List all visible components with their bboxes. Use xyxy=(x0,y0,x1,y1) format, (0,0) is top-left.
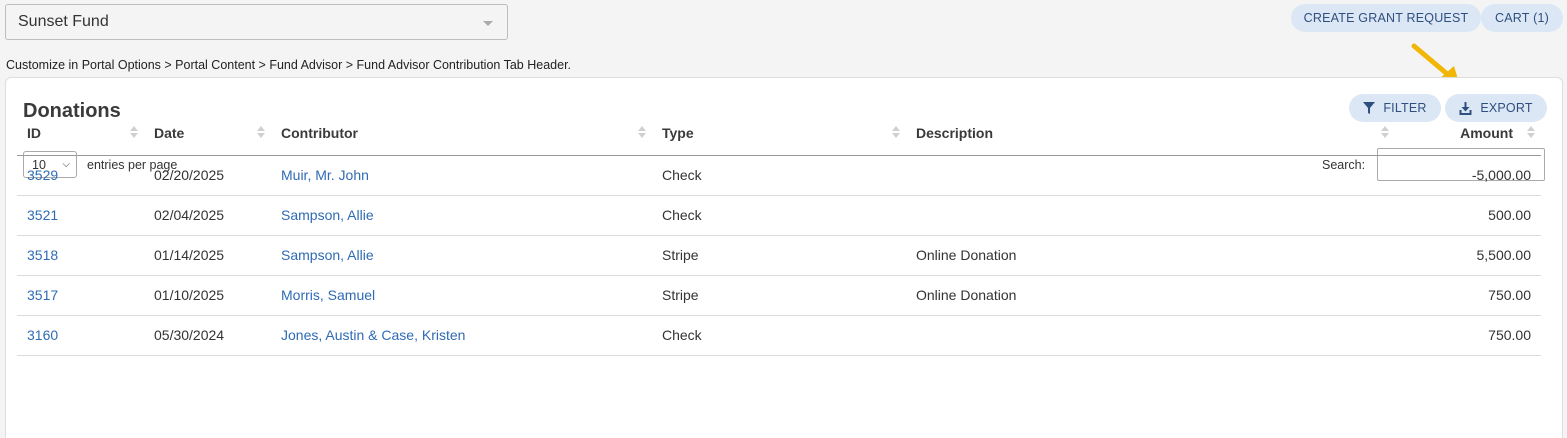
sort-icon xyxy=(130,126,138,138)
row-description: Online Donation xyxy=(906,235,1395,276)
row-amount: 750.00 xyxy=(1395,315,1541,356)
row-id-link[interactable]: 3521 xyxy=(17,195,144,236)
row-contributor-link[interactable]: Sampson, Allie xyxy=(271,235,652,276)
row-date: 01/14/2025 xyxy=(144,235,271,276)
col-header-date[interactable]: Date xyxy=(144,112,271,156)
row-description xyxy=(906,195,1395,236)
sort-icon xyxy=(257,126,265,138)
row-date: 01/10/2025 xyxy=(144,275,271,316)
table-row: 3521 02/04/2025 Sampson, Allie Check 500… xyxy=(17,195,1541,236)
col-header-label: ID xyxy=(27,125,41,142)
col-header-type[interactable]: Type xyxy=(652,112,906,156)
col-header-label: Description xyxy=(916,125,994,142)
caret-down-icon xyxy=(483,21,493,26)
table-header-row: ID Date Contributor Type Description Amo… xyxy=(17,112,1541,156)
sort-icon xyxy=(892,126,900,138)
row-description: Online Donation xyxy=(906,275,1395,316)
row-contributor-link[interactable]: Jones, Austin & Case, Kristen xyxy=(271,315,652,356)
row-date: 02/20/2025 xyxy=(144,155,271,196)
row-description xyxy=(906,155,1395,196)
row-contributor-link[interactable]: Muir, Mr. John xyxy=(271,155,652,196)
row-type: Check xyxy=(652,315,906,356)
col-header-amount[interactable]: Amount xyxy=(1395,112,1541,156)
row-contributor-link[interactable]: Morris, Samuel xyxy=(271,275,652,316)
row-date: 05/30/2024 xyxy=(144,315,271,356)
col-header-label: Date xyxy=(154,125,185,142)
table-row: 3160 05/30/2024 Jones, Austin & Case, Kr… xyxy=(17,315,1541,356)
row-type: Check xyxy=(652,195,906,236)
col-header-contributor[interactable]: Contributor xyxy=(271,112,652,156)
row-date: 02/04/2025 xyxy=(144,195,271,236)
row-id-link[interactable]: 3529 xyxy=(17,155,144,196)
col-header-label: Amount xyxy=(1460,125,1513,142)
row-id-link[interactable]: 3518 xyxy=(17,235,144,276)
sort-icon xyxy=(1527,126,1535,138)
row-amount: 5,500.00 xyxy=(1395,235,1541,276)
breadcrumb: Customize in Portal Options > Portal Con… xyxy=(6,58,572,72)
col-header-label: Type xyxy=(662,125,694,142)
fund-selector[interactable]: Sunset Fund xyxy=(5,4,508,40)
row-amount: -5,000.00 xyxy=(1395,155,1541,196)
sort-icon xyxy=(1381,126,1389,138)
fund-selector-value: Sunset Fund xyxy=(18,13,109,30)
cart-button[interactable]: CART (1) xyxy=(1481,4,1563,32)
row-id-link[interactable]: 3160 xyxy=(17,315,144,356)
sort-icon xyxy=(638,126,646,138)
col-header-label: Contributor xyxy=(281,125,358,142)
row-contributor-link[interactable]: Sampson, Allie xyxy=(271,195,652,236)
donations-table: ID Date Contributor Type Description Amo… xyxy=(17,112,1541,356)
table-row: 3529 02/20/2025 Muir, Mr. John Check -5,… xyxy=(17,155,1541,196)
row-type: Stripe xyxy=(652,235,906,276)
create-grant-request-button[interactable]: CREATE GRANT REQUEST xyxy=(1291,4,1481,32)
row-amount: 500.00 xyxy=(1395,195,1541,236)
row-description xyxy=(906,315,1395,356)
row-amount: 750.00 xyxy=(1395,275,1541,316)
row-type: Stripe xyxy=(652,275,906,316)
row-type: Check xyxy=(652,155,906,196)
col-header-id[interactable]: ID xyxy=(17,112,144,156)
row-id-link[interactable]: 3517 xyxy=(17,275,144,316)
table-row: 3518 01/14/2025 Sampson, Allie Stripe On… xyxy=(17,235,1541,276)
table-row: 3517 01/10/2025 Morris, Samuel Stripe On… xyxy=(17,275,1541,316)
col-header-description[interactable]: Description xyxy=(906,112,1395,156)
